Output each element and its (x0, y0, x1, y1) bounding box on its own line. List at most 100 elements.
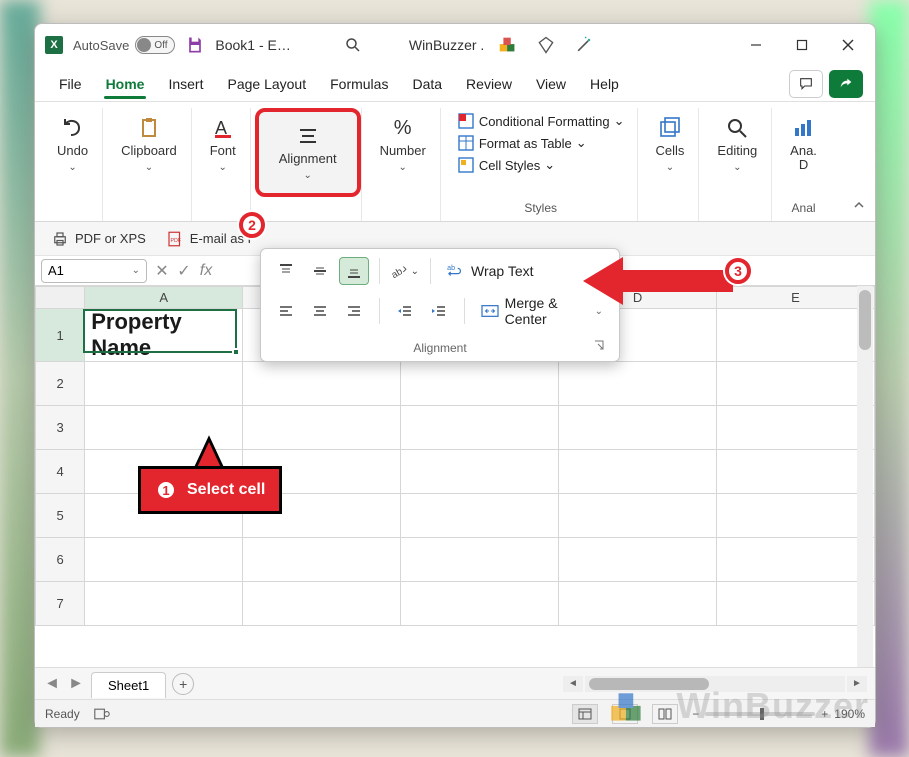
wrap-text-label: Wrap Text (471, 263, 534, 279)
menu-page-layout[interactable]: Page Layout (215, 70, 318, 98)
diamond-icon[interactable] (532, 35, 560, 55)
menu-file[interactable]: File (47, 70, 94, 98)
row-header-5[interactable]: 5 (36, 494, 85, 538)
col-header-E[interactable]: E (717, 287, 875, 309)
middle-align-button[interactable] (305, 257, 335, 285)
sheet-tab-active[interactable]: Sheet1 (91, 672, 166, 698)
annotation-badge-2: 2 (239, 212, 265, 238)
save-icon[interactable] (185, 35, 205, 55)
row-header-3[interactable]: 3 (36, 406, 85, 450)
menu-formulas[interactable]: Formulas (318, 70, 400, 98)
fx-icons: ✕ ✓ fx (151, 260, 217, 282)
comments-button[interactable] (789, 70, 823, 98)
cond-format-icon (457, 112, 475, 130)
format-as-table-button[interactable]: Format as Table ⌄ (451, 132, 593, 154)
analyze-button[interactable]: Ana.D (782, 110, 825, 179)
zoom-control[interactable]: − + 190% (692, 707, 865, 721)
top-align-button[interactable] (271, 257, 301, 285)
editing-button[interactable]: Editing ⌄ (709, 110, 765, 179)
undo-button[interactable]: Undo ⌄ (49, 110, 96, 179)
pdf-label: PDF or XPS (75, 231, 146, 246)
conditional-formatting-button[interactable]: Conditional Formatting ⌄ (451, 110, 631, 132)
group-alignment: Alignment ⌄ (255, 108, 362, 221)
dialog-launcher-button[interactable] (591, 337, 607, 353)
printer-icon (51, 230, 69, 248)
row-header-2[interactable]: 2 (36, 362, 85, 406)
zoom-in-button[interactable]: + (821, 707, 828, 721)
vscroll-thumb[interactable] (859, 290, 871, 350)
hsb-right[interactable]: ► (847, 676, 867, 692)
share-button[interactable] (829, 70, 863, 98)
cell-A7[interactable] (85, 582, 243, 626)
cell-A2[interactable] (85, 362, 243, 406)
wand-icon[interactable] (570, 35, 598, 55)
wrap-text-button[interactable]: ab Wrap Text (441, 259, 540, 283)
enter-icon[interactable]: ✓ (173, 260, 195, 282)
fx-icon[interactable]: fx (195, 260, 217, 282)
horizontal-scrollbar[interactable]: ◄ ► (563, 676, 867, 692)
addin-cube-icon[interactable] (494, 34, 522, 56)
row-header-1[interactable]: 1 (36, 309, 85, 362)
align-left-button[interactable] (271, 297, 301, 325)
bottom-align-button[interactable] (339, 257, 369, 285)
alignment-button[interactable]: Alignment ⌄ (265, 116, 351, 189)
menu-review[interactable]: Review (454, 70, 524, 98)
menu-help[interactable]: Help (578, 70, 631, 98)
col-header-A[interactable]: A (85, 287, 243, 309)
restore-button[interactable] (779, 25, 825, 65)
hsb-thumb[interactable] (589, 678, 709, 690)
cancel-icon[interactable]: ✕ (151, 260, 173, 282)
align-right-button[interactable] (339, 297, 369, 325)
font-button[interactable]: A Font ⌄ (202, 110, 244, 179)
chevron-down-icon: ⌄ (303, 170, 311, 181)
row-header-7[interactable]: 7 (36, 582, 85, 626)
cell-styles-button[interactable]: Cell Styles ⌄ (451, 154, 561, 176)
row-header-6[interactable]: 6 (36, 538, 85, 582)
view-page-layout-button[interactable] (612, 704, 638, 724)
pdf-xps-button[interactable]: PDF or XPS (45, 226, 152, 252)
orientation-button[interactable]: ab⌄ (390, 257, 420, 285)
vertical-scrollbar[interactable] (857, 286, 873, 667)
sheets-prev-button[interactable]: ◄ (43, 675, 61, 693)
add-sheet-button[interactable]: + (172, 673, 194, 695)
menu-data[interactable]: Data (400, 70, 454, 98)
zoom-thumb[interactable] (760, 708, 764, 720)
cell-A6[interactable] (85, 538, 243, 582)
number-button[interactable]: % Number ⌄ (372, 110, 434, 179)
search-button[interactable] (341, 33, 365, 57)
close-button[interactable] (825, 25, 871, 65)
hsb-track[interactable] (585, 676, 845, 692)
decrease-indent-button[interactable] (390, 297, 420, 325)
group-analyze: Ana.D Anal (776, 108, 831, 221)
chevron-down-icon[interactable]: ⌄ (132, 265, 140, 276)
ribbon: Undo ⌄ Clipboard ⌄ A Font ⌄ (35, 102, 875, 222)
cell-A1[interactable]: Property Name (85, 309, 243, 362)
undo-label: Undo (57, 144, 88, 158)
macro-record-icon[interactable] (94, 707, 110, 721)
chevron-down-icon[interactable]: ⌄ (595, 306, 603, 317)
zoom-value[interactable]: 190% (834, 707, 865, 721)
group-undo: Undo ⌄ (43, 108, 103, 221)
clipboard-button[interactable]: Clipboard ⌄ (113, 110, 185, 179)
view-page-break-button[interactable] (652, 704, 678, 724)
sheets-next-button[interactable]: ► (67, 675, 85, 693)
alignment-dropdown: ab⌄ ab Wrap Text Merge & Center ⌄ Alignm… (260, 248, 620, 362)
select-all-corner[interactable] (36, 287, 85, 309)
cells-button[interactable]: Cells ⌄ (648, 110, 693, 179)
minimize-button[interactable] (733, 25, 779, 65)
menu-insert[interactable]: Insert (156, 70, 215, 98)
autosave-control[interactable]: AutoSave Off (73, 36, 175, 54)
increase-indent-button[interactable] (424, 297, 454, 325)
zoom-track[interactable] (705, 712, 815, 716)
zoom-out-button[interactable]: − (692, 707, 699, 721)
name-box[interactable]: A1 ⌄ (41, 259, 147, 283)
autosave-toggle[interactable]: Off (135, 36, 175, 54)
view-normal-button[interactable] (572, 704, 598, 724)
menu-view[interactable]: View (524, 70, 578, 98)
align-center-button[interactable] (305, 297, 335, 325)
cell-E1[interactable] (717, 309, 875, 362)
row-header-4[interactable]: 4 (36, 450, 85, 494)
collapse-ribbon-button[interactable] (849, 195, 869, 215)
hsb-left[interactable]: ◄ (563, 676, 583, 692)
menu-home[interactable]: Home (94, 70, 157, 98)
